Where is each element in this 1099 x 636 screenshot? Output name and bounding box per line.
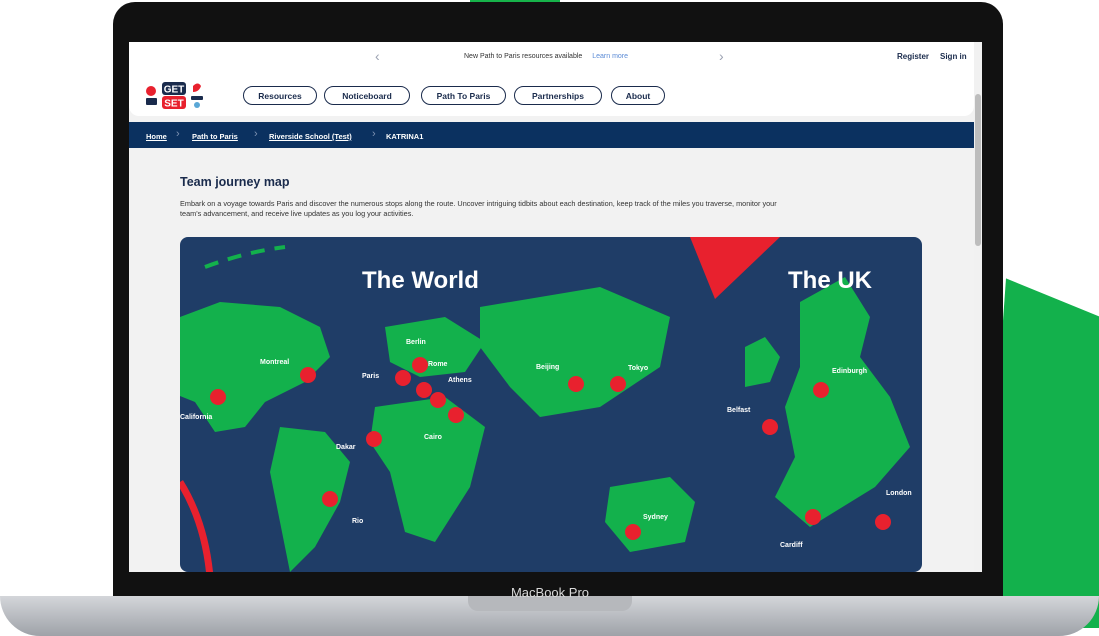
next-announcement-icon[interactable]: ›	[719, 48, 724, 64]
register-link[interactable]: Register	[897, 52, 929, 61]
sign-in-link[interactable]: Sign in	[940, 52, 967, 61]
uk-title: The UK	[788, 267, 872, 294]
logo-line1: GET	[164, 85, 185, 96]
place-tokyo: Tokyo	[628, 365, 649, 372]
place-london: London	[886, 490, 912, 497]
breadcrumb-school[interactable]: Riverside School (Test)	[269, 132, 352, 141]
breadcrumb-separator-icon: ›	[176, 128, 180, 140]
place-california: California	[180, 414, 213, 421]
place-belfast: Belfast	[727, 407, 751, 414]
breadcrumb-home[interactable]: Home	[146, 132, 167, 141]
place-rome: Rome	[428, 361, 448, 368]
decorative-red-arc	[180, 480, 213, 572]
breadcrumb-current: KATRINA1	[386, 132, 424, 141]
announcement-text: New Path to Paris resources available	[464, 53, 583, 60]
world-title: The World	[362, 267, 479, 294]
place-sydney: Sydney	[643, 514, 668, 521]
place-cairo: Cairo	[424, 434, 442, 441]
place-beijing: Beijing	[536, 364, 560, 371]
decorative-red-triangle	[690, 237, 780, 299]
device-label: MacBook Pro	[510, 585, 590, 600]
announcement-bar: ‹ New Path to Paris resources available …	[129, 42, 974, 72]
team-gb-get-set-logo[interactable]: GET SET	[143, 80, 248, 110]
announcement: New Path to Paris resources available Le…	[464, 53, 628, 60]
place-dakar: Dakar	[336, 444, 356, 451]
nav-about[interactable]: About	[611, 86, 665, 105]
dashed-route-line	[204, 245, 286, 269]
page-intro: Embark on a voyage towards Paris and dis…	[180, 199, 777, 218]
place-berlin: Berlin	[406, 339, 426, 346]
browser-viewport: ‹ New Path to Paris resources available …	[129, 42, 982, 572]
journey-map: The World The UK Montreal California Par…	[180, 237, 922, 572]
prev-announcement-icon[interactable]: ‹	[375, 48, 380, 64]
learn-more-link[interactable]: Learn more	[592, 53, 628, 60]
place-paris: Paris	[362, 373, 380, 380]
nav-partnerships[interactable]: Partnerships	[514, 86, 602, 105]
page-title: Team journey map	[180, 175, 290, 189]
breadcrumb-separator-icon: ›	[254, 128, 258, 140]
breadcrumb-separator-icon: ›	[372, 128, 376, 140]
place-montreal: Montreal	[260, 359, 290, 366]
breadcrumb-path-to-paris[interactable]: Path to Paris	[192, 132, 238, 141]
place-cardiff: Cardiff	[780, 542, 803, 549]
nav-noticeboard[interactable]: Noticeboard	[324, 86, 410, 105]
place-rio: Rio	[352, 518, 364, 525]
place-athens: Athens	[448, 377, 472, 384]
nav-resources[interactable]: Resources	[243, 86, 317, 105]
world-landmasses	[180, 277, 910, 572]
scrollbar-thumb[interactable]	[975, 94, 981, 246]
nav-path-to-paris[interactable]: Path To Paris	[421, 86, 506, 105]
logo-line2: SET	[164, 99, 183, 110]
place-edinburgh: Edinburgh	[832, 368, 867, 375]
